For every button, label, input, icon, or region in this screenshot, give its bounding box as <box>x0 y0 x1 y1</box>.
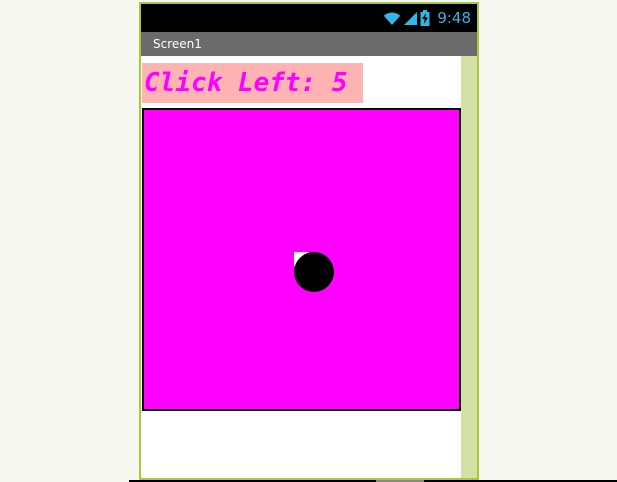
battery-charging-icon <box>420 10 430 26</box>
game-canvas[interactable] <box>142 108 461 411</box>
status-icons: 9:48 <box>383 9 471 27</box>
status-clock: 9:48 <box>437 9 471 27</box>
signal-icon <box>404 11 418 25</box>
wifi-icon <box>384 12 401 25</box>
click-left-label: Click Left: 5 <box>142 63 363 103</box>
phone-frame: 9:48 Screen1 Click Left: 5 <box>139 2 479 480</box>
scrollbar-track[interactable] <box>461 56 477 478</box>
ball-sprite[interactable] <box>294 252 334 292</box>
title-bar: Screen1 <box>141 32 477 56</box>
status-bar: 9:48 <box>141 4 477 32</box>
screen-title: Screen1 <box>153 37 202 51</box>
